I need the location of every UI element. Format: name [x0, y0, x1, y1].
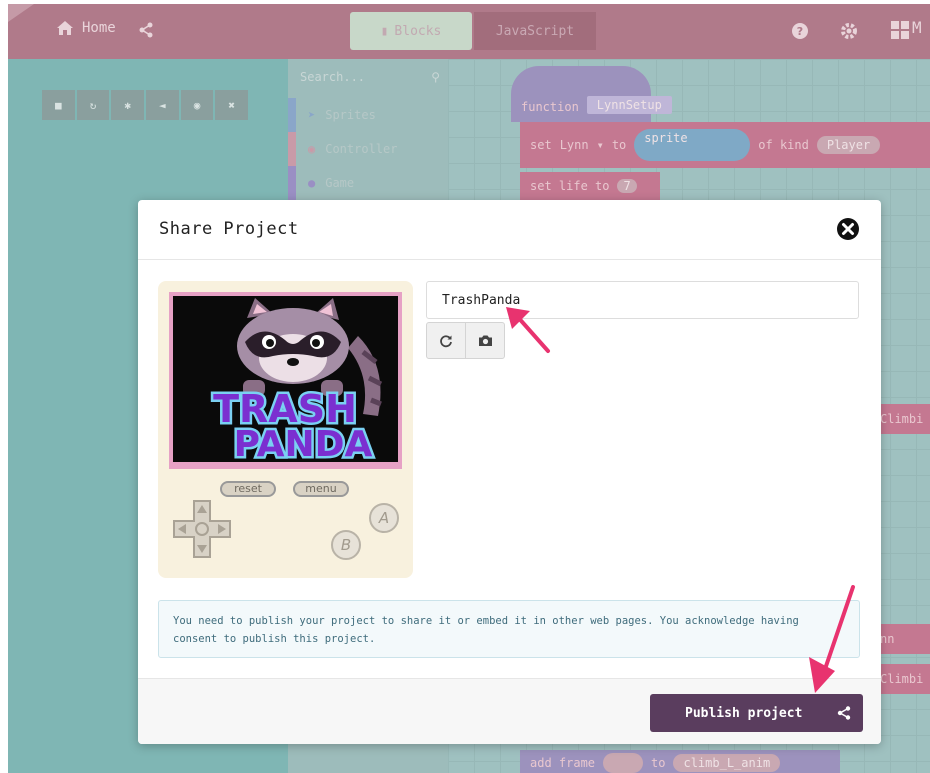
frame-image-slot[interactable] [603, 753, 644, 773]
tab-javascript[interactable]: JavaScript [474, 12, 596, 50]
toolbox-category-controller[interactable]: ◉ Controller [288, 132, 448, 166]
publish-info-message: You need to publish your project to shar… [158, 600, 860, 658]
game-screen-image: TRASH PANDA [173, 296, 398, 468]
to-keyword: to [651, 756, 666, 770]
anim-dropdown[interactable]: climb_L_anim [673, 754, 781, 772]
climb-label: Climbi [880, 672, 924, 686]
sprite-keyword: sprite [644, 131, 688, 145]
lynn-block-partial[interactable]: nn [876, 624, 930, 654]
share-header-button[interactable] [138, 22, 154, 38]
function-keyword: function [521, 100, 579, 114]
function-block[interactable]: function LynnSetup [511, 66, 672, 122]
tab-blocks[interactable]: ▮ Blocks [350, 12, 472, 50]
home-label: Home [82, 20, 116, 36]
gear-icon[interactable] [840, 22, 858, 40]
toolbox-category-label: Game [325, 176, 355, 190]
toolbox-category-label: Sprites [325, 108, 376, 122]
debug-icon[interactable]: ✱ [111, 90, 145, 120]
paper-plane-icon: ➤ [308, 108, 316, 122]
add-frame-block[interactable]: add frame to climb_L_anim [520, 750, 840, 773]
tab-blocks-label: Blocks [394, 23, 442, 39]
puzzle-icon: ▮ [380, 23, 389, 39]
toolbox-category-sprites[interactable]: ➤ Sprites [288, 98, 448, 132]
add-frame-label: add frame [530, 756, 596, 770]
category-color-bar [288, 166, 296, 200]
lynn-label: nn [880, 632, 895, 646]
restart-icon[interactable]: ↻ [76, 90, 110, 120]
gamepad-icon: ◉ [308, 142, 316, 156]
question-circle-icon[interactable]: ? [791, 22, 809, 40]
climb-block-partial[interactable]: Climbi [876, 404, 930, 434]
climb-block-partial-2[interactable]: Climbi [876, 664, 930, 694]
of-kind-keyword: of kind [758, 138, 809, 152]
beta-ribbon [8, 4, 34, 22]
refresh-thumbnail-button[interactable] [427, 323, 465, 358]
annotation-arrow [506, 307, 550, 353]
set-keyword: set [530, 138, 552, 152]
raccoon-artwork: TRASH PANDA [211, 298, 383, 468]
set-life-block[interactable]: set life to 7 [520, 172, 660, 200]
to-keyword: to [611, 138, 627, 152]
function-name: LynnSetup [586, 96, 672, 114]
variable-dropdown[interactable]: Lynn [560, 138, 589, 152]
game-preview-thumbnail: TRASH PANDA reset menu A B [158, 281, 413, 578]
screenshot-icon[interactable]: ◉ [180, 90, 214, 120]
dialog-title: Share Project [159, 219, 299, 239]
thumbnail-button-group [426, 322, 505, 359]
screenshot-button[interactable] [465, 323, 504, 358]
kind-dropdown[interactable]: Player [816, 136, 881, 154]
sprite-block[interactable]: sprite [634, 129, 751, 161]
close-icon[interactable] [836, 217, 860, 241]
dpad-icon [173, 500, 231, 558]
publish-label: Publish project [685, 705, 803, 721]
home-icon [57, 21, 73, 35]
microbit-grid-icon[interactable] [890, 20, 910, 40]
climb-label: Climbi [880, 412, 924, 426]
editor-header: Home ▮ Blocks JavaScript ? M [8, 4, 930, 59]
reset-pill: reset [220, 481, 276, 497]
share-icon [837, 706, 851, 720]
set-life-label: set life to [530, 179, 610, 193]
share-project-dialog: Share Project TRASH PANDA reset menu A B… [138, 200, 881, 744]
header-partial-label: M [912, 18, 922, 37]
category-color-bar [288, 98, 296, 132]
home-button[interactable]: Home [56, 20, 116, 36]
set-sprite-block[interactable]: set Lynn ▾ to sprite of kind Player [520, 122, 930, 168]
refresh-icon [440, 334, 452, 347]
game-title-line-2: PANDA [234, 424, 373, 462]
annotation-arrow [809, 585, 855, 693]
category-color-bar [288, 132, 296, 166]
toolbox-search[interactable]: Search... ⚲ [300, 70, 440, 84]
dropdown-icon: ▾ [596, 138, 604, 152]
simulator-screen: TRASH PANDA [169, 292, 402, 469]
toolbox-search-placeholder: Search... [300, 70, 366, 84]
b-button: B [331, 530, 361, 560]
share-icon [139, 22, 153, 38]
toolbox-category-game[interactable]: ● Game [288, 166, 448, 200]
toolbox-category-label: Controller [325, 142, 398, 156]
fullscreen-close-icon[interactable]: ✖ [215, 90, 249, 120]
circle-icon: ● [308, 176, 316, 190]
svg-text:?: ? [797, 25, 803, 38]
camera-icon [478, 335, 492, 346]
menu-pill: menu [293, 481, 349, 497]
project-name-input[interactable] [426, 281, 859, 319]
simulator-toolbar: ■ ↻ ✱ ◄ ◉ ✖ [42, 90, 249, 120]
dialog-header: Share Project [138, 200, 881, 260]
search-icon: ⚲ [431, 70, 440, 84]
publish-info-text: You need to publish your project to shar… [173, 615, 799, 645]
publish-project-button[interactable]: Publish project [650, 694, 863, 732]
stop-icon[interactable]: ■ [42, 90, 75, 120]
tab-javascript-label: JavaScript [495, 23, 575, 39]
a-button: A [369, 503, 399, 533]
life-value[interactable]: 7 [617, 179, 637, 193]
mute-icon[interactable]: ◄ [146, 90, 179, 120]
